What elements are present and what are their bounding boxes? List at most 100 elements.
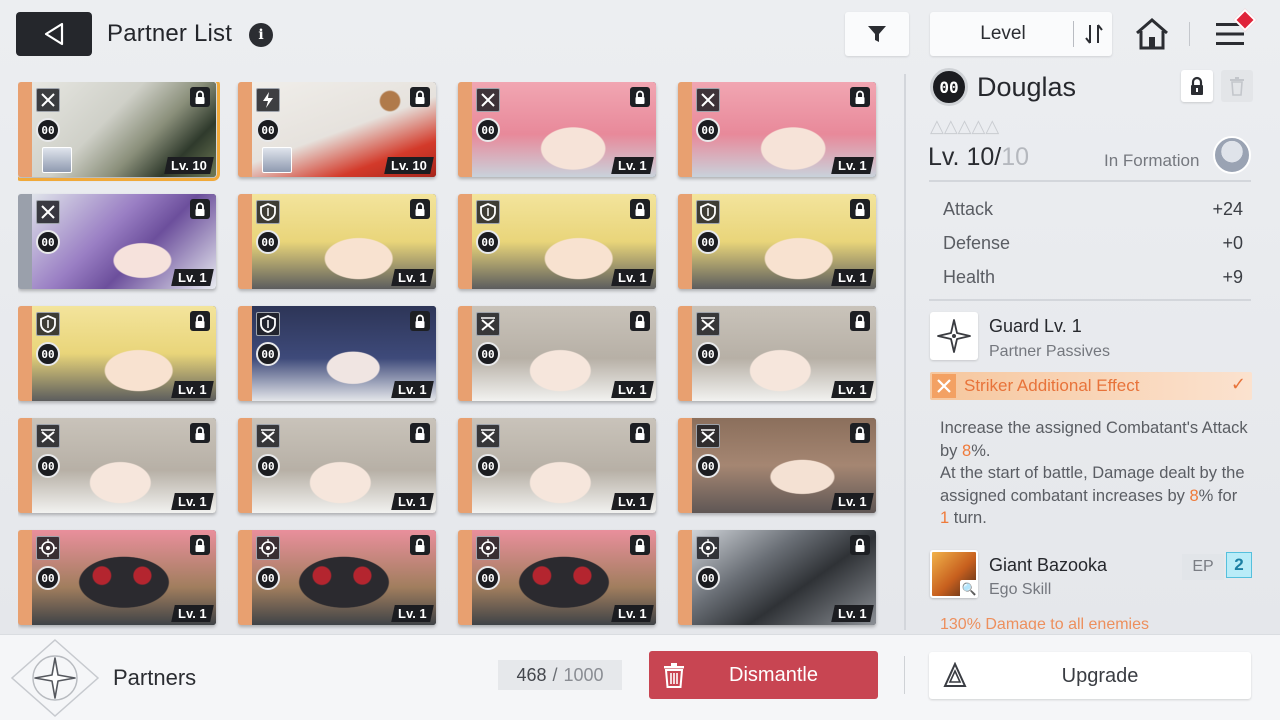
detail-dismantle-button[interactable] [1221, 70, 1253, 102]
lock-icon[interactable] [190, 311, 210, 331]
level-badge: Lv. 1 [611, 269, 654, 286]
partner-card[interactable]: 00 Lv. 1 [238, 530, 436, 625]
partner-card[interactable]: 00 Lv. 10 [18, 82, 220, 181]
rank-badge: 00 [256, 566, 280, 590]
crosshair-icon [696, 536, 720, 560]
desc-text: % for [1198, 486, 1238, 505]
rank-badge: 00 [256, 118, 280, 142]
partner-card[interactable]: 00 Lv. 1 [458, 194, 656, 289]
detail-lock-button[interactable] [1181, 70, 1213, 102]
rank-badge: 00 [696, 454, 720, 478]
lock-icon[interactable] [410, 535, 430, 555]
lock-icon[interactable] [410, 311, 430, 331]
dismantle-button[interactable]: Dismantle [649, 651, 878, 699]
crossed-swords-icon [696, 312, 720, 336]
filter-button[interactable] [845, 12, 909, 56]
striker-icon [932, 374, 956, 398]
partner-card[interactable]: 00 Lv. 1 [458, 418, 656, 513]
info-icon[interactable]: i [249, 23, 273, 47]
sort-dropdown[interactable]: Level [930, 12, 1112, 56]
partner-card[interactable]: 00 Lv. 1 [678, 194, 876, 289]
partner-card[interactable]: 00 Lv. 1 [678, 530, 876, 625]
lock-icon[interactable] [410, 199, 430, 219]
shield-icon [256, 312, 280, 336]
partners-emblem-icon [10, 638, 100, 718]
level-text: Lv. 1 [618, 382, 647, 397]
desc-value: 8 [1189, 486, 1199, 505]
lock-icon[interactable] [190, 199, 210, 219]
lock-icon[interactable] [410, 87, 430, 107]
lock-icon[interactable] [630, 423, 650, 443]
level-badge: Lv. 1 [611, 493, 654, 510]
level-text: Lv. 1 [178, 382, 207, 397]
lock-icon[interactable] [190, 423, 210, 443]
partner-card[interactable]: 00 Lv. 1 [458, 530, 656, 625]
partner-count: 468/1000 [498, 660, 622, 690]
filter-icon [868, 26, 886, 42]
sort-order-toggle[interactable] [1076, 20, 1112, 48]
partner-card[interactable]: 00 Lv. 1 [18, 306, 216, 401]
lock-icon[interactable] [190, 87, 210, 107]
partner-card[interactable]: 00 Lv. 1 [678, 82, 876, 177]
formation-avatar[interactable] [1213, 136, 1251, 174]
partner-card[interactable]: 00 Lv. 1 [238, 194, 436, 289]
level-text: Lv. 1 [838, 494, 867, 509]
lock-icon[interactable] [630, 199, 650, 219]
partner-card[interactable]: 00 Lv. 1 [18, 530, 216, 625]
lock-icon[interactable] [850, 199, 870, 219]
striker-icon [476, 88, 500, 112]
formation-label: In Formation [1104, 151, 1200, 170]
home-icon [1136, 18, 1168, 50]
shield-icon [256, 200, 280, 224]
lock-icon[interactable] [630, 87, 650, 107]
stat-value: +24 [1212, 199, 1243, 219]
lock-icon[interactable] [410, 423, 430, 443]
rank-badge: 00 [696, 342, 720, 366]
level-text: Lv. 1 [398, 270, 427, 285]
partner-card[interactable]: 00 Lv. 10 [238, 82, 436, 177]
level-badge: Lv. 1 [831, 381, 874, 398]
level-badge: Lv. 1 [171, 493, 214, 510]
crosshair-icon [256, 536, 280, 560]
crossed-swords-icon [476, 312, 500, 336]
shield-icon [696, 200, 720, 224]
partner-card[interactable]: 00 Lv. 1 [18, 418, 216, 513]
lock-icon[interactable] [850, 87, 870, 107]
lock-icon[interactable] [850, 535, 870, 555]
partner-card[interactable]: 00 Lv. 1 [678, 306, 876, 401]
detail-level: Lv. 10/10 [928, 143, 1029, 172]
partner-card[interactable]: 00 Lv. 1 [678, 418, 876, 513]
passive-skill-icon[interactable] [930, 312, 978, 360]
rank-badge: 00 [476, 454, 500, 478]
level-badge: Lv. 1 [831, 493, 874, 510]
crossed-swords-icon [36, 424, 60, 448]
level-text: Lv. 1 [178, 270, 207, 285]
stat-label: Defense [943, 233, 1011, 253]
lock-icon[interactable] [630, 311, 650, 331]
lock-icon[interactable] [850, 311, 870, 331]
lock-icon[interactable] [190, 535, 210, 555]
magnify-icon[interactable]: 🔍 [960, 580, 978, 598]
divider [929, 180, 1251, 182]
partner-card[interactable]: 00 Lv. 1 [238, 418, 436, 513]
lock-icon[interactable] [630, 535, 650, 555]
striker-effect-toggle[interactable]: Striker Additional Effect ✓ [930, 372, 1252, 400]
partner-card[interactable]: 00 Lv. 1 [18, 194, 216, 289]
partner-card[interactable]: 00 Lv. 1 [458, 306, 656, 401]
level-text: Lv. 1 [178, 494, 207, 509]
check-icon: ✓ [1230, 374, 1246, 394]
partner-grid: 00 Lv. 10 00 Lv. 10 00 Lv. 1 00 Lv. 1 00 Lv. 1 00 L… [18, 82, 884, 630]
lock-icon[interactable] [850, 423, 870, 443]
upgrade-button[interactable]: Upgrade [929, 652, 1251, 699]
passive-name: Guard Lv. 1 [989, 316, 1082, 336]
level-text: Lv. 1 [838, 158, 867, 173]
trash-icon [1230, 77, 1244, 96]
rank-badge: 00 [696, 118, 720, 142]
level-text: Lv. 1 [618, 494, 647, 509]
home-button[interactable] [1132, 14, 1172, 54]
partner-card[interactable]: 00 Lv. 1 [238, 306, 436, 401]
back-button[interactable] [16, 12, 92, 56]
rank-badge: 00 [256, 454, 280, 478]
partner-card[interactable]: 00 Lv. 1 [458, 82, 656, 177]
level-badge: Lv. 1 [611, 157, 654, 174]
